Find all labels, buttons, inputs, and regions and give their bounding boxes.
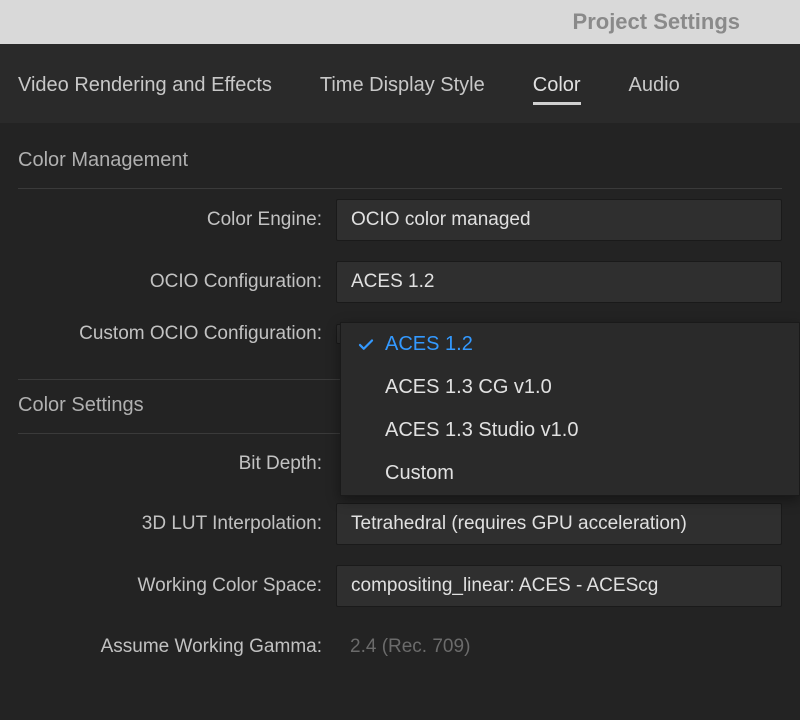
- dropdown-menu-ocio-config: ACES 1.2 ACES 1.3 CG v1.0 ACES 1.3 Studi…: [340, 322, 800, 496]
- field-assume-working-gamma-row: Assume Working Gamma: 2.4 (Rec. 709): [18, 617, 782, 677]
- tab-audio[interactable]: Audio: [629, 74, 680, 103]
- dialog-title: Project Settings: [573, 9, 740, 35]
- dropdown-option-custom[interactable]: Custom: [341, 452, 799, 495]
- section-title-color-management: Color Management: [18, 135, 782, 189]
- label-bit-depth: Bit Depth:: [18, 453, 336, 475]
- dropdown-option-label: ACES 1.3 Studio v1.0: [385, 419, 779, 442]
- field-ocio-config-row: OCIO Configuration: ACES 1.2: [18, 251, 782, 313]
- tab-color[interactable]: Color: [533, 74, 581, 103]
- label-assume-working-gamma: Assume Working Gamma:: [18, 636, 336, 658]
- dropdown-option-label: Custom: [385, 462, 779, 485]
- dropdown-option-label: ACES 1.2: [385, 333, 779, 356]
- label-working-color-space: Working Color Space:: [18, 575, 336, 597]
- label-lut-interpolation: 3D LUT Interpolation:: [18, 513, 336, 535]
- dropdown-option-aces-1-3-studio[interactable]: ACES 1.3 Studio v1.0: [341, 409, 799, 452]
- dropdown-ocio-config[interactable]: ACES 1.2: [336, 261, 782, 303]
- label-ocio-config: OCIO Configuration:: [18, 271, 336, 293]
- dropdown-option-aces-1-2[interactable]: ACES 1.2: [341, 323, 799, 366]
- label-color-engine: Color Engine:: [18, 209, 336, 231]
- label-custom-ocio-config: Custom OCIO Configuration:: [18, 323, 336, 345]
- dropdown-assume-working-gamma: 2.4 (Rec. 709): [336, 627, 782, 667]
- dropdown-color-engine[interactable]: OCIO color managed: [336, 199, 782, 241]
- field-color-engine-row: Color Engine: OCIO color managed: [18, 189, 782, 251]
- check-icon: [357, 336, 385, 354]
- field-lut-interpolation-row: 3D LUT Interpolation: Tetrahedral (requi…: [18, 493, 782, 555]
- dialog-header: Project Settings: [0, 0, 800, 44]
- dropdown-option-label: ACES 1.3 CG v1.0: [385, 376, 779, 399]
- dropdown-option-aces-1-3-cg[interactable]: ACES 1.3 CG v1.0: [341, 366, 799, 409]
- dropdown-working-color-space[interactable]: compositing_linear: ACES - ACEScg: [336, 565, 782, 607]
- dropdown-lut-interpolation[interactable]: Tetrahedral (requires GPU acceleration): [336, 503, 782, 545]
- field-working-color-space-row: Working Color Space: compositing_linear:…: [18, 555, 782, 617]
- tab-video-rendering[interactable]: Video Rendering and Effects: [18, 74, 272, 103]
- tab-bar: Video Rendering and Effects Time Display…: [0, 44, 800, 123]
- tab-time-display[interactable]: Time Display Style: [320, 74, 485, 103]
